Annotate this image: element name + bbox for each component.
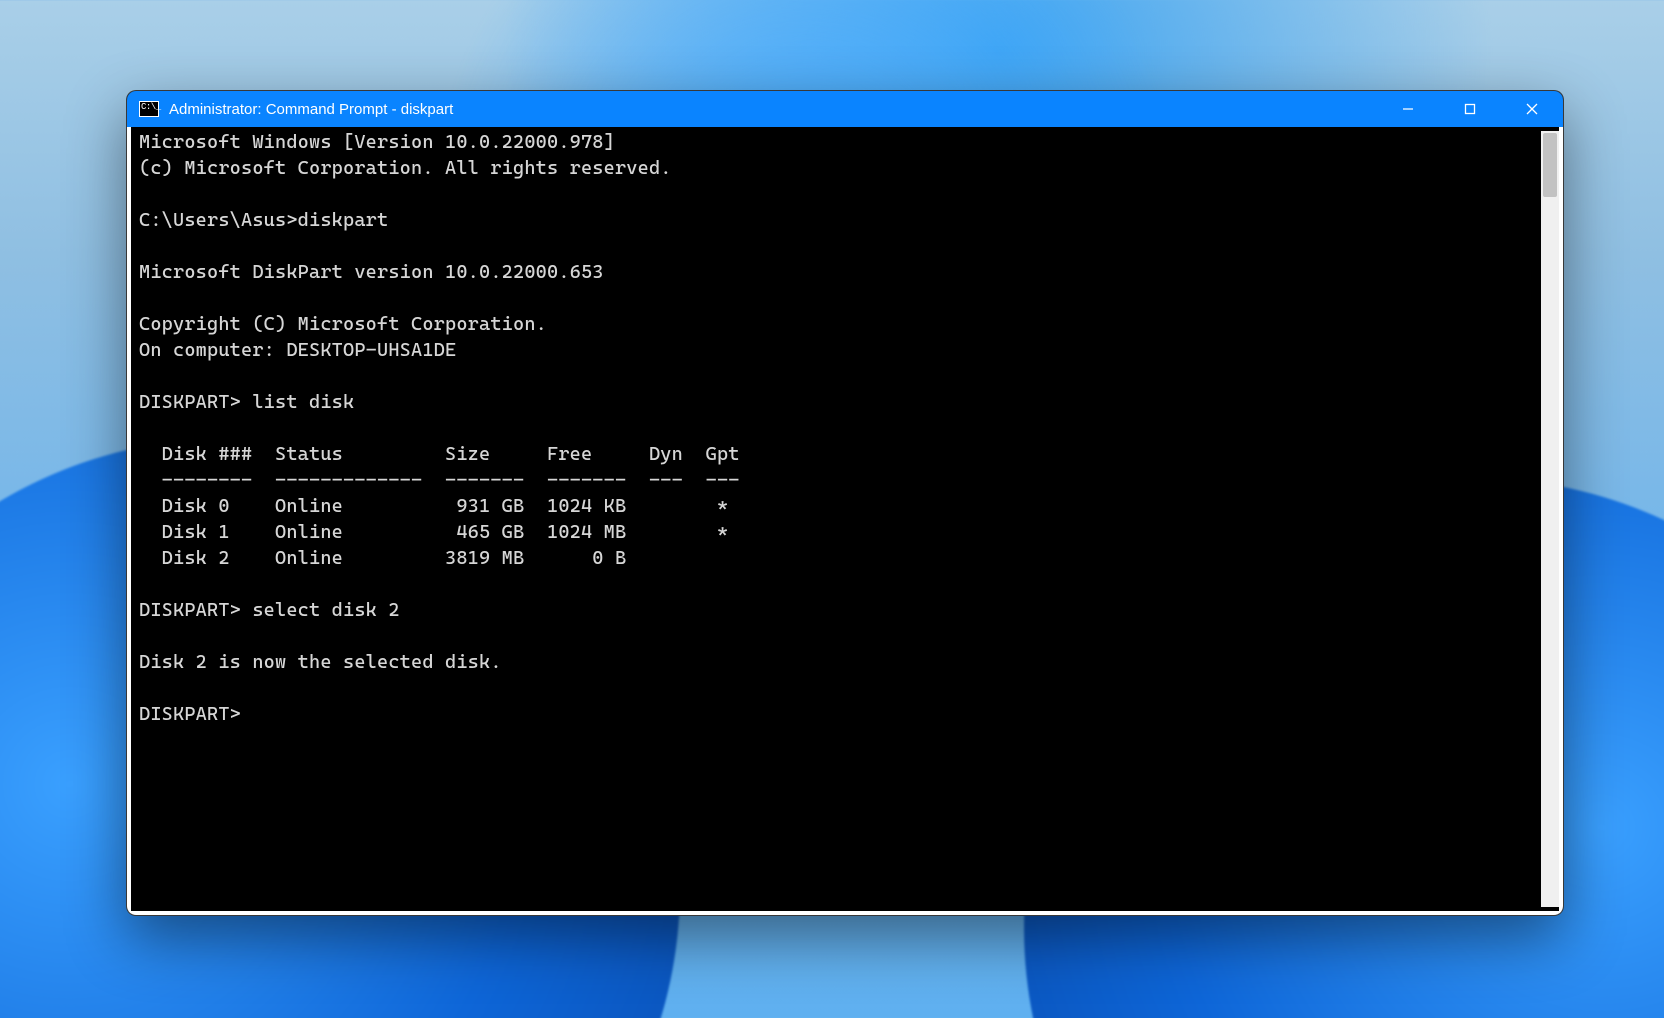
diskpart-computer: On computer: DESKTOP-UHSA1DE [139,339,456,361]
diskpart-prompt: DISKPART> [139,703,241,725]
diskpart-prompt: DISKPART> [139,599,241,621]
maximize-button[interactable] [1439,91,1501,127]
banner-line: (c) Microsoft Corporation. All rights re… [139,157,672,179]
close-button[interactable] [1501,91,1563,127]
table-header: Disk ### Status Size Free Dyn Gpt [139,443,740,465]
window-title: Administrator: Command Prompt - diskpart [169,101,453,118]
status-message: Disk 2 is now the selected disk. [139,651,502,673]
typed-command: diskpart [298,209,389,231]
typed-command: select disk 2 [252,599,399,621]
cmd-icon [139,101,159,117]
table-row: Disk 0 Online 931 GB 1024 KB * [139,495,728,517]
diskpart-prompt: DISKPART> [139,391,241,413]
banner-line: Microsoft Windows [Version 10.0.22000.97… [139,131,615,153]
titlebar[interactable]: Administrator: Command Prompt - diskpart [127,91,1563,127]
table-divider: -------- ------------- ------- ------- -… [139,469,740,491]
table-row: Disk 1 Online 465 GB 1024 MB * [139,521,728,543]
client-area: Microsoft Windows [Version 10.0.22000.97… [127,127,1563,915]
minimize-button[interactable] [1377,91,1439,127]
vertical-scrollbar[interactable] [1541,131,1559,907]
scrollbar-thumb[interactable] [1543,133,1557,197]
table-row: Disk 2 Online 3819 MB 0 B [139,547,626,569]
terminal-output[interactable]: Microsoft Windows [Version 10.0.22000.97… [135,127,1537,911]
diskpart-banner: Microsoft DiskPart version 10.0.22000.65… [139,261,604,283]
shell-prompt: C:\Users\Asus> [139,209,298,231]
diskpart-copyright: Copyright (C) Microsoft Corporation. [139,313,547,335]
command-prompt-window: Administrator: Command Prompt - diskpart… [126,90,1564,916]
typed-command: list disk [252,391,354,413]
